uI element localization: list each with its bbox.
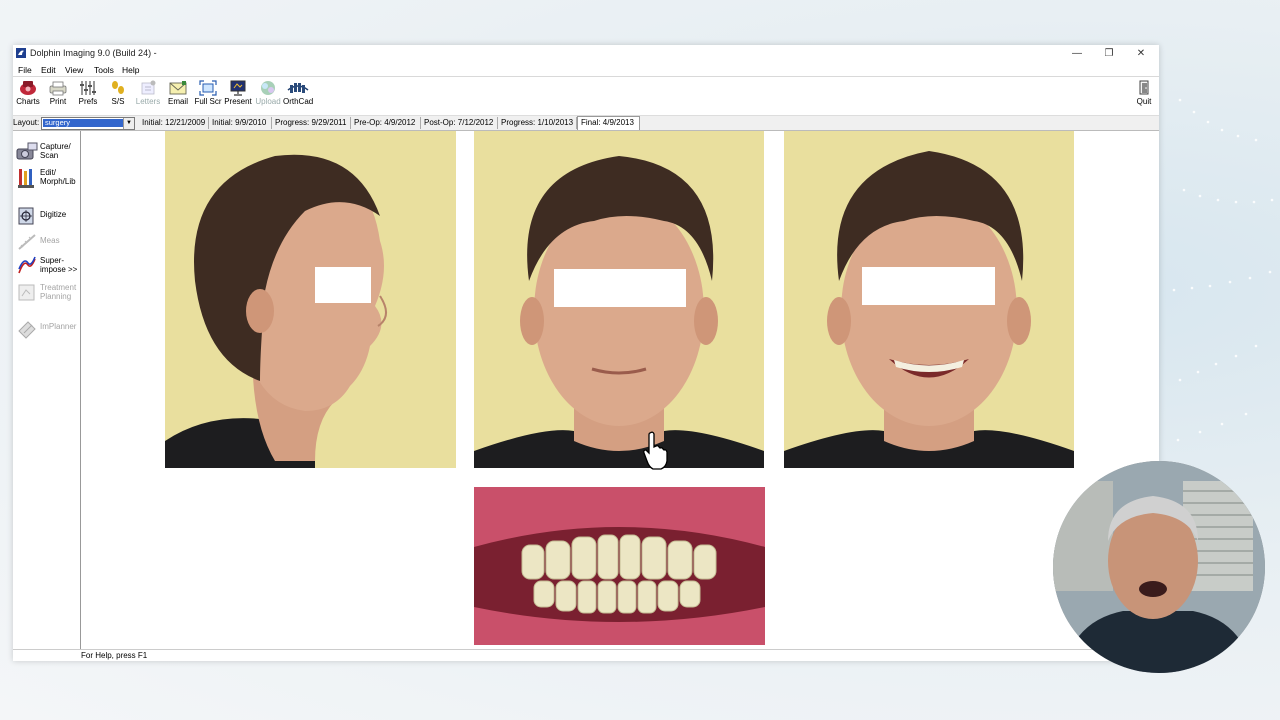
treatment-icon [18, 284, 35, 301]
hand-cursor-icon [643, 431, 668, 470]
tab-postop-2012[interactable]: Post-Op: 7/12/2012 [421, 117, 498, 129]
window-title: Dolphin Imaging 9.0 (Build 24) - [30, 48, 157, 58]
app-window: Dolphin Imaging 9.0 (Build 24) - — ❐ ✕ F… [13, 45, 1159, 661]
orthcad-button[interactable]: OrthCad [283, 80, 313, 114]
sidebar-item-treatment-planning[interactable]: Treatment Planning [15, 282, 79, 306]
tab-final-2013[interactable]: Final: 4/9/2013 [577, 116, 640, 130]
upload-icon [261, 81, 275, 95]
menu-view[interactable]: View [65, 65, 83, 75]
email-button[interactable]: Email [163, 80, 193, 114]
image-layout-area [81, 131, 1159, 651]
menu-file[interactable]: File [18, 65, 32, 75]
sidebar-item-capture-scan[interactable]: Capture/Scan [15, 141, 79, 165]
fullscreen-button[interactable]: Full Scr [193, 80, 223, 114]
chevron-down-icon[interactable]: ▼ [123, 118, 134, 129]
tab-initial-2009[interactable]: Initial: 12/21/2009 [139, 117, 209, 129]
tab-progress-2013[interactable]: Progress: 1/10/2013 [498, 117, 577, 129]
orthcad-icon [287, 83, 309, 93]
status-text: For Help, press F1 [81, 651, 148, 660]
sidebar-item-meas[interactable]: Meas [15, 231, 79, 255]
photo-profile[interactable] [165, 131, 456, 468]
menu-edit[interactable]: Edit [41, 65, 56, 75]
presenter-video-feed [1053, 461, 1265, 673]
sidebar-item-implanner[interactable]: ImPlanner [15, 317, 79, 341]
teeth-photo [474, 487, 765, 645]
upload-button[interactable]: Upload [253, 80, 283, 114]
implanner-icon [18, 321, 36, 339]
dolphin-app-icon [16, 48, 26, 58]
footprints-icon [112, 81, 124, 94]
quit-door-icon [1139, 80, 1149, 95]
minimize-button[interactable]: — [1061, 45, 1093, 61]
fullscreen-icon [199, 80, 217, 96]
photo-frontal-smile[interactable] [784, 131, 1074, 468]
quit-button[interactable]: Quit [1129, 80, 1159, 114]
photo-frontal-rest[interactable] [474, 131, 764, 468]
sliders-icon [80, 81, 96, 95]
photo-intraoral[interactable] [474, 487, 765, 645]
layout-select[interactable]: surgery ▼ [41, 117, 135, 130]
layout-bar: Layout: surgery ▼ Initial: 12/21/2009 In… [13, 116, 1159, 131]
menu-tools[interactable]: Tools [94, 65, 114, 75]
toolbar: Charts Print Prefs S/S Letters Email Ful… [13, 77, 1159, 116]
menu-bar: File Edit View Tools Help [13, 63, 1159, 77]
superimpose-icon [18, 256, 36, 274]
camera-scan-icon [16, 142, 38, 160]
tab-progress-2011[interactable]: Progress: 9/29/2011 [272, 117, 351, 129]
menu-help[interactable]: Help [122, 65, 139, 75]
face-frontal-photo [474, 131, 764, 468]
ss-button[interactable]: S/S [103, 80, 133, 114]
charts-button[interactable]: Charts [13, 80, 43, 114]
digitize-icon [18, 207, 34, 225]
printer-icon [49, 81, 67, 96]
status-bar: For Help, press F1 [13, 649, 1159, 661]
prefs-button[interactable]: Prefs [73, 80, 103, 114]
face-profile-photo [165, 131, 456, 468]
letters-icon [141, 80, 156, 95]
sidebar-item-superimpose[interactable]: Super-impose >> [15, 255, 79, 279]
presenter-webcam [1053, 461, 1265, 673]
face-smile-photo [784, 131, 1074, 468]
sidebar-item-edit-morph[interactable]: Edit/Morph/Lib [15, 167, 79, 191]
layout-select-value: surgery [43, 119, 123, 127]
paintbrush-icon [18, 169, 34, 188]
title-bar: Dolphin Imaging 9.0 (Build 24) - — ❐ ✕ [13, 45, 1159, 63]
tab-initial-2010[interactable]: Initial: 9/9/2010 [209, 117, 272, 129]
sidebar: Capture/Scan Edit/Morph/Lib Digitize Mea… [13, 131, 81, 651]
envelope-icon [169, 81, 187, 95]
charts-icon [20, 81, 36, 95]
restore-button[interactable]: ❐ [1093, 45, 1125, 61]
tab-preop-2012[interactable]: Pre-Op: 4/9/2012 [351, 117, 421, 129]
monitor-icon [230, 80, 246, 96]
present-button[interactable]: Present [223, 80, 253, 114]
close-button[interactable]: ✕ [1125, 45, 1157, 61]
layout-label: Layout: [13, 118, 40, 127]
sidebar-item-digitize[interactable]: Digitize [15, 205, 79, 229]
letters-button[interactable]: Letters [133, 80, 163, 114]
measure-icon [18, 234, 36, 250]
print-button[interactable]: Print [43, 80, 73, 114]
